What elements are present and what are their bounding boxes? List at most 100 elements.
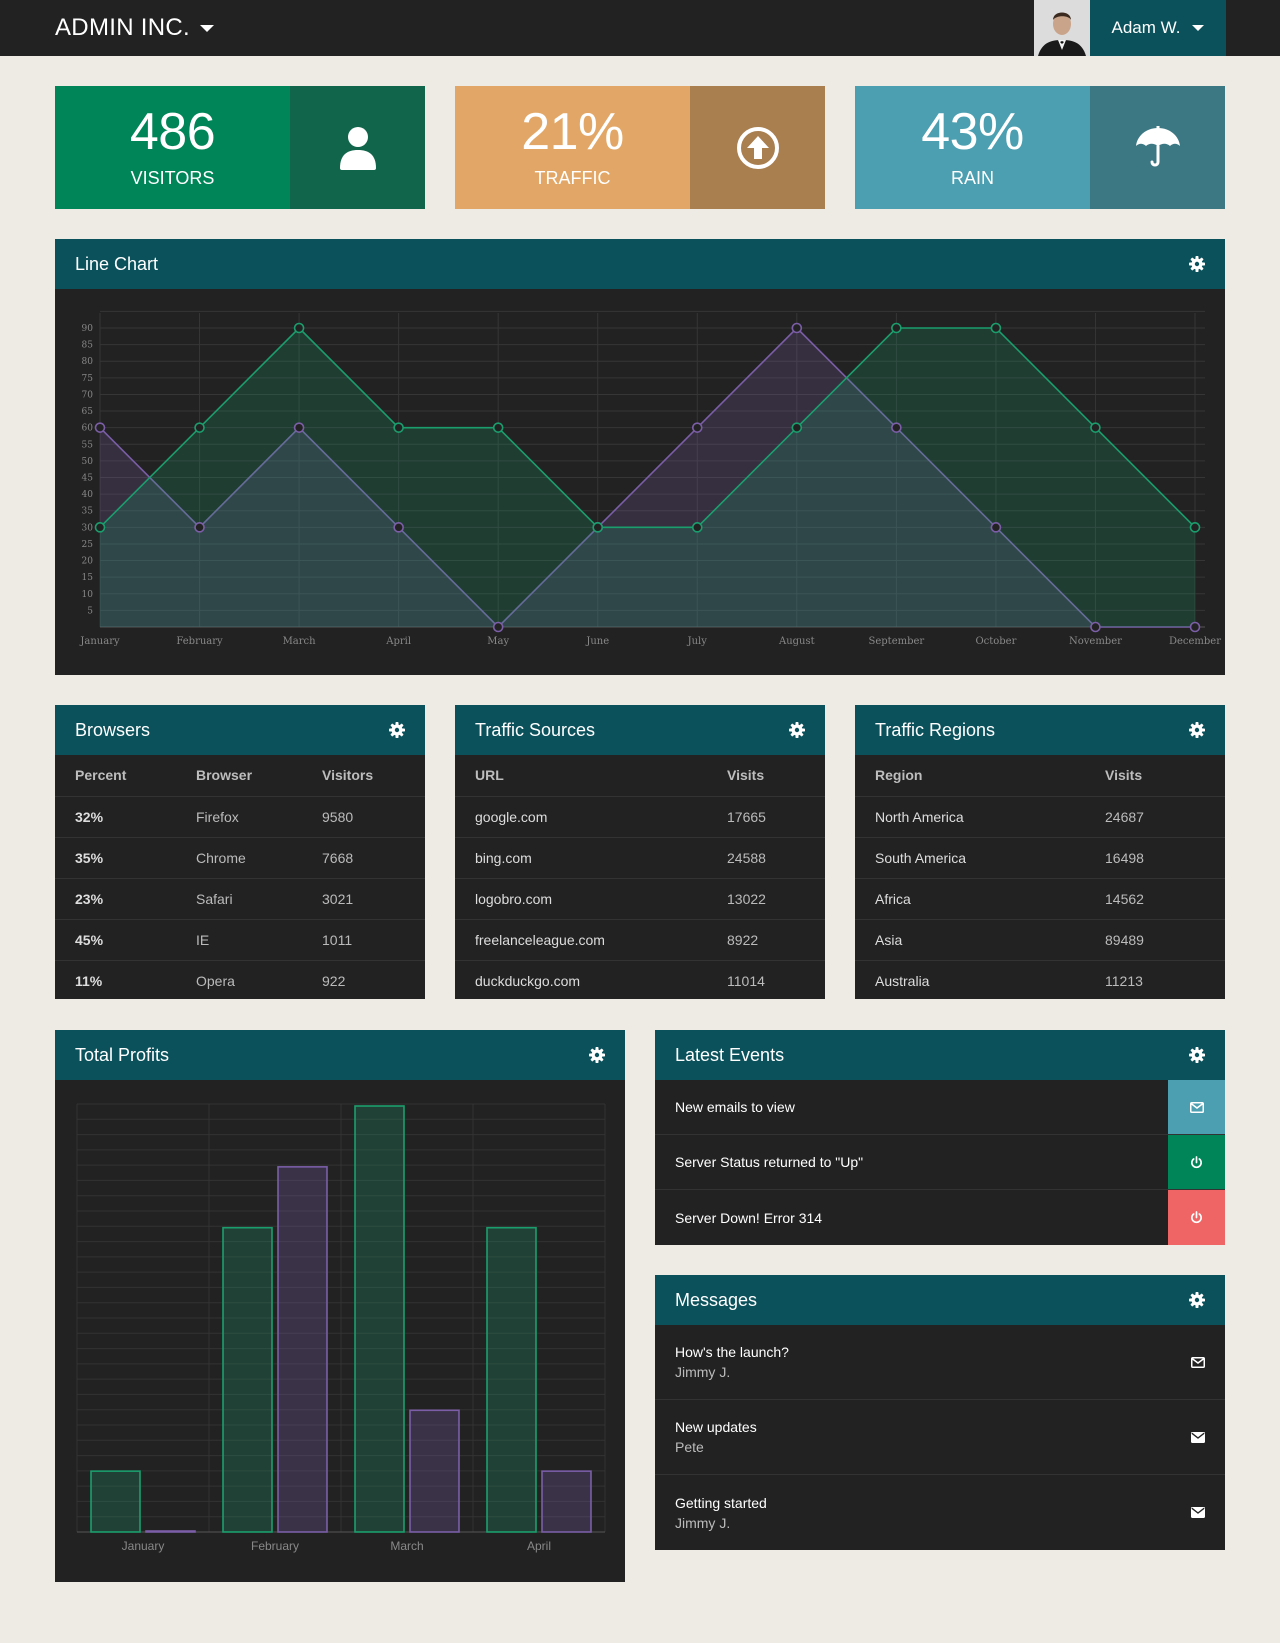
table-row: 23% Safari 3021 (55, 878, 425, 920)
y-tick-label: 80 (82, 357, 94, 367)
data-point (1189, 621, 1201, 633)
gear-icon[interactable] (1189, 722, 1205, 738)
stat-card-rain: 43% RAIN (855, 86, 1225, 209)
x-tick-label: August (778, 636, 815, 647)
panel-header: Traffic Sources (455, 705, 825, 755)
power-icon[interactable] (1168, 1190, 1225, 1245)
table-row: 32% Firefox 9580 (55, 796, 425, 838)
y-tick-label: 25 (82, 540, 94, 550)
event-item: Server Down! Error 314 (655, 1190, 1225, 1245)
cell-url: duckduckgo.com (475, 972, 581, 989)
column-header: Visits (707, 755, 825, 797)
x-tick-label: March (283, 636, 317, 647)
data-point (393, 422, 404, 433)
gear-icon[interactable] (789, 722, 805, 738)
x-tick-label: January (122, 1539, 165, 1553)
cell-browser: Safari (176, 878, 302, 920)
data-point (492, 621, 504, 633)
message-sender: Pete (675, 1439, 704, 1455)
traffic-regions-table: Region Visits North America 24687 South A… (855, 755, 1225, 1001)
panel-header: Line Chart (55, 239, 1225, 289)
y-tick-label: 20 (82, 557, 94, 567)
line-chart: 5 10 15 20 25 30 35 40 45 50 55 60 65 70 75 80 85 90 Janua… (79, 310, 1221, 647)
cell-region: South America (855, 837, 1085, 879)
x-tick-label: May (487, 636, 509, 647)
stat-card-visitors: 486 VISITORS (55, 86, 425, 209)
power-icon[interactable] (1168, 1135, 1225, 1189)
x-tick-label: November (1069, 636, 1122, 647)
y-tick-label: 10 (82, 590, 94, 600)
brand-name: ADMIN INC. (55, 14, 190, 41)
data-point (691, 422, 703, 433)
gear-icon[interactable] (1189, 1047, 1205, 1063)
gear-icon[interactable] (1189, 256, 1205, 272)
data-point (293, 422, 305, 433)
x-tick-label: September (869, 636, 925, 647)
envelope-icon[interactable] (1191, 1431, 1205, 1443)
stat-label: VISITORS (130, 168, 215, 188)
user-menu[interactable]: Adam W. (1090, 0, 1226, 56)
data-point (691, 522, 703, 533)
panel-header: Latest Events (655, 1030, 1225, 1080)
y-tick-label: 60 (82, 424, 94, 434)
stat-label: RAIN (950, 168, 994, 188)
y-tick-label: 45 (82, 474, 94, 484)
table-row: duckduckgo.com 11014 (455, 960, 825, 1001)
cell-region: Australia (875, 972, 930, 989)
envelope-icon[interactable] (1168, 1080, 1225, 1134)
bar (486, 1226, 537, 1533)
y-tick-label: 75 (82, 374, 94, 384)
cell-percent: 35% (55, 837, 176, 879)
message-title: How's the launch? (675, 1344, 789, 1360)
event-item: New emails to view (655, 1080, 1225, 1135)
bar (222, 1226, 273, 1533)
data-point (791, 422, 803, 433)
bar (277, 1166, 328, 1533)
x-tick-label: January (79, 636, 120, 647)
data-point (1090, 621, 1101, 633)
data-point (393, 522, 404, 533)
event-text: Server Down! Error 314 (675, 1209, 823, 1226)
stat-card-traffic: 21% TRAFFIC (455, 86, 825, 209)
panel-title: Messages (675, 1289, 758, 1310)
gear-icon[interactable] (589, 1047, 605, 1063)
column-header: Visits (1085, 755, 1225, 797)
cell-visits: 89489 (1085, 919, 1225, 961)
arrow-up-circle-icon (690, 86, 825, 209)
avatar[interactable] (1034, 0, 1090, 56)
panel-header: Browsers (55, 705, 425, 755)
y-tick-label: 70 (82, 390, 94, 400)
cell-visits: 24687 (1085, 796, 1225, 838)
traffic-regions-panel: Traffic Regions Region Visits North Amer… (855, 705, 1225, 999)
message-title: Getting started (675, 1494, 767, 1511)
envelope-icon[interactable] (1191, 1507, 1205, 1518)
stat-label: TRAFFIC (534, 168, 611, 188)
panel-title: Browsers (75, 719, 151, 740)
data-point (791, 322, 803, 334)
cell-visits: 24588 (707, 837, 825, 879)
cell-url: logobro.com (455, 878, 707, 920)
cell-percent: 23% (55, 878, 176, 920)
cell-browser: Chrome (176, 837, 302, 879)
data-point (592, 522, 604, 533)
envelope-outline-icon[interactable] (1191, 1356, 1205, 1368)
panel-title: Traffic Regions (875, 719, 996, 740)
user-icon (290, 86, 425, 209)
cell-visits: 13022 (707, 878, 825, 920)
brand-menu[interactable]: ADMIN INC. (55, 0, 214, 56)
gear-icon[interactable] (1189, 1292, 1205, 1308)
table-row: google.com 17665 (455, 796, 825, 838)
message-item[interactable]: How's the launch? Jimmy J. (655, 1325, 1225, 1400)
gear-icon[interactable] (389, 722, 405, 738)
message-item[interactable]: Getting started Jimmy J. (655, 1475, 1225, 1550)
event-text: Server Status returned to "Up" (675, 1154, 864, 1170)
column-header: Region (855, 755, 1085, 797)
messages-panel: Messages How's the launch? Jimmy J. New … (655, 1275, 1225, 1550)
caret-down-icon (1192, 25, 1205, 31)
data-point (94, 522, 106, 533)
message-item[interactable]: New updates Pete (655, 1400, 1225, 1475)
column-header: Browser (176, 755, 302, 797)
cell-url: bing.com (455, 837, 707, 879)
cell-visitors: 922 (322, 972, 346, 989)
y-tick-label: 5 (87, 606, 93, 616)
